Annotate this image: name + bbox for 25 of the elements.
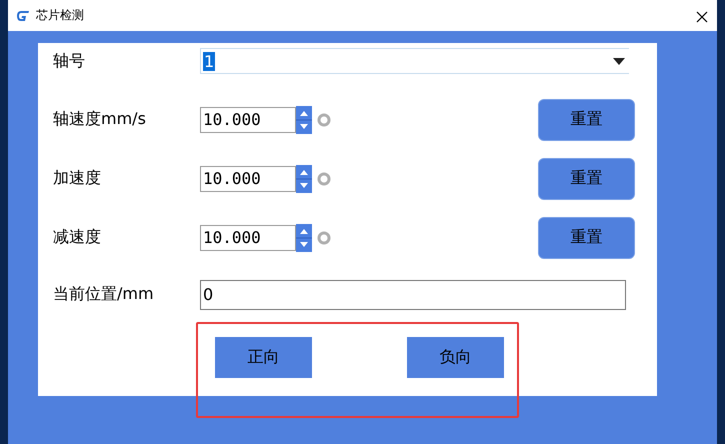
field-label: 当前位置/mm xyxy=(53,284,155,305)
position-input[interactable]: 0 xyxy=(200,280,626,310)
direction-button[interactable]: 正向 xyxy=(215,336,312,378)
reset-button[interactable]: 重置 xyxy=(538,216,635,258)
field-label: 减速度 xyxy=(53,227,102,248)
direction-button[interactable]: 负向 xyxy=(407,336,504,378)
number-input[interactable]: 10.000 xyxy=(200,166,296,192)
field-label: 轴号 xyxy=(53,50,86,72)
number-input[interactable]: 10.000 xyxy=(200,106,296,132)
reset-button[interactable]: 重置 xyxy=(538,98,635,140)
app-logo-icon xyxy=(16,10,30,22)
spinner-arrows-icon[interactable] xyxy=(296,106,312,134)
spinner-arrows-icon[interactable] xyxy=(296,164,312,192)
status-ring-icon xyxy=(317,230,331,244)
close-icon[interactable] xyxy=(695,8,709,22)
field-label: 轴速度mm/s xyxy=(53,109,147,130)
axis-dropdown[interactable]: 1 xyxy=(200,48,629,74)
spinner-arrows-icon[interactable] xyxy=(296,224,312,252)
status-ring-icon xyxy=(317,172,331,186)
window-title: 芯片检测 xyxy=(36,7,85,24)
field-label: 加速度 xyxy=(53,168,102,189)
number-input[interactable]: 10.000 xyxy=(200,224,296,250)
status-ring-icon xyxy=(317,112,331,126)
reset-button[interactable]: 重置 xyxy=(538,158,635,200)
dropdown-caret-icon xyxy=(613,58,625,64)
